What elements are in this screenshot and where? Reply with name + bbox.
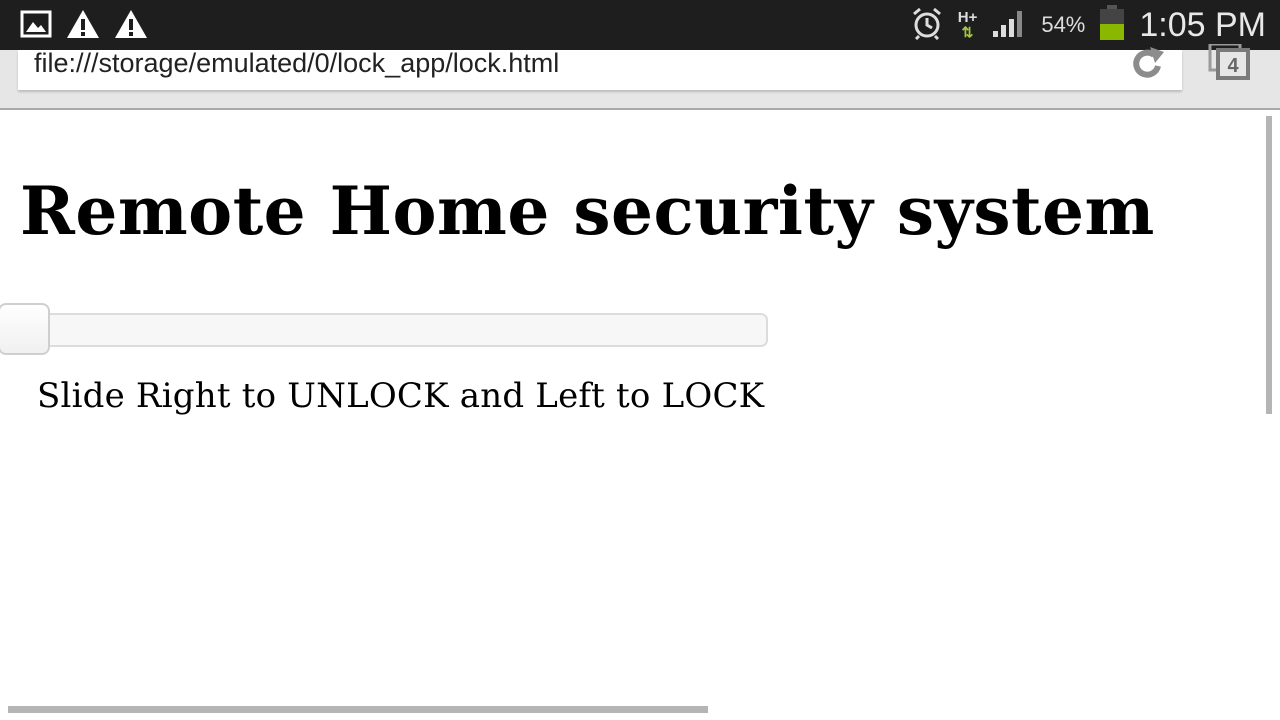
mobile-data-indicator: H+ ⇅: [958, 10, 978, 40]
horizontal-scrollbar[interactable]: [8, 706, 708, 713]
clock: 1:05 PM: [1139, 5, 1266, 44]
lock-slider-handle[interactable]: [0, 303, 50, 355]
data-arrows-icon: ⇅: [961, 24, 974, 40]
warning-icon: [114, 8, 148, 45]
slider-instruction: Slide Right to UNLOCK and Left to LOCK: [37, 376, 765, 416]
web-page: Remote Home security system Slide Right …: [0, 110, 1280, 720]
tabs-icon[interactable]: 4: [1208, 42, 1256, 89]
system-icons: H+ ⇅ 54% 1:05 PM: [910, 0, 1266, 50]
notification-icons: [20, 8, 148, 45]
warning-icon: [66, 8, 100, 45]
signal-strength-icon: [991, 7, 1027, 44]
tab-count: 4: [1227, 55, 1239, 77]
vertical-scrollbar[interactable]: [1266, 116, 1272, 414]
alarm-clock-icon: [910, 6, 944, 45]
lock-slider-track[interactable]: [8, 313, 768, 347]
browser-toolbar: file:///storage/emulated/0/lock_app/lock…: [0, 42, 1280, 110]
page-title: Remote Home security system: [20, 172, 1155, 250]
reload-icon[interactable]: [1128, 44, 1168, 89]
url-text[interactable]: file:///storage/emulated/0/lock_app/lock…: [34, 48, 559, 79]
battery-percent: 54%: [1041, 12, 1086, 37]
network-type: H+: [957, 9, 978, 26]
status-bar: H+ ⇅ 54% 1:05 PM: [0, 0, 1280, 50]
address-bar[interactable]: file:///storage/emulated/0/lock_app/lock…: [18, 47, 1182, 90]
battery-icon: [1099, 4, 1125, 46]
image-icon: [20, 9, 52, 44]
